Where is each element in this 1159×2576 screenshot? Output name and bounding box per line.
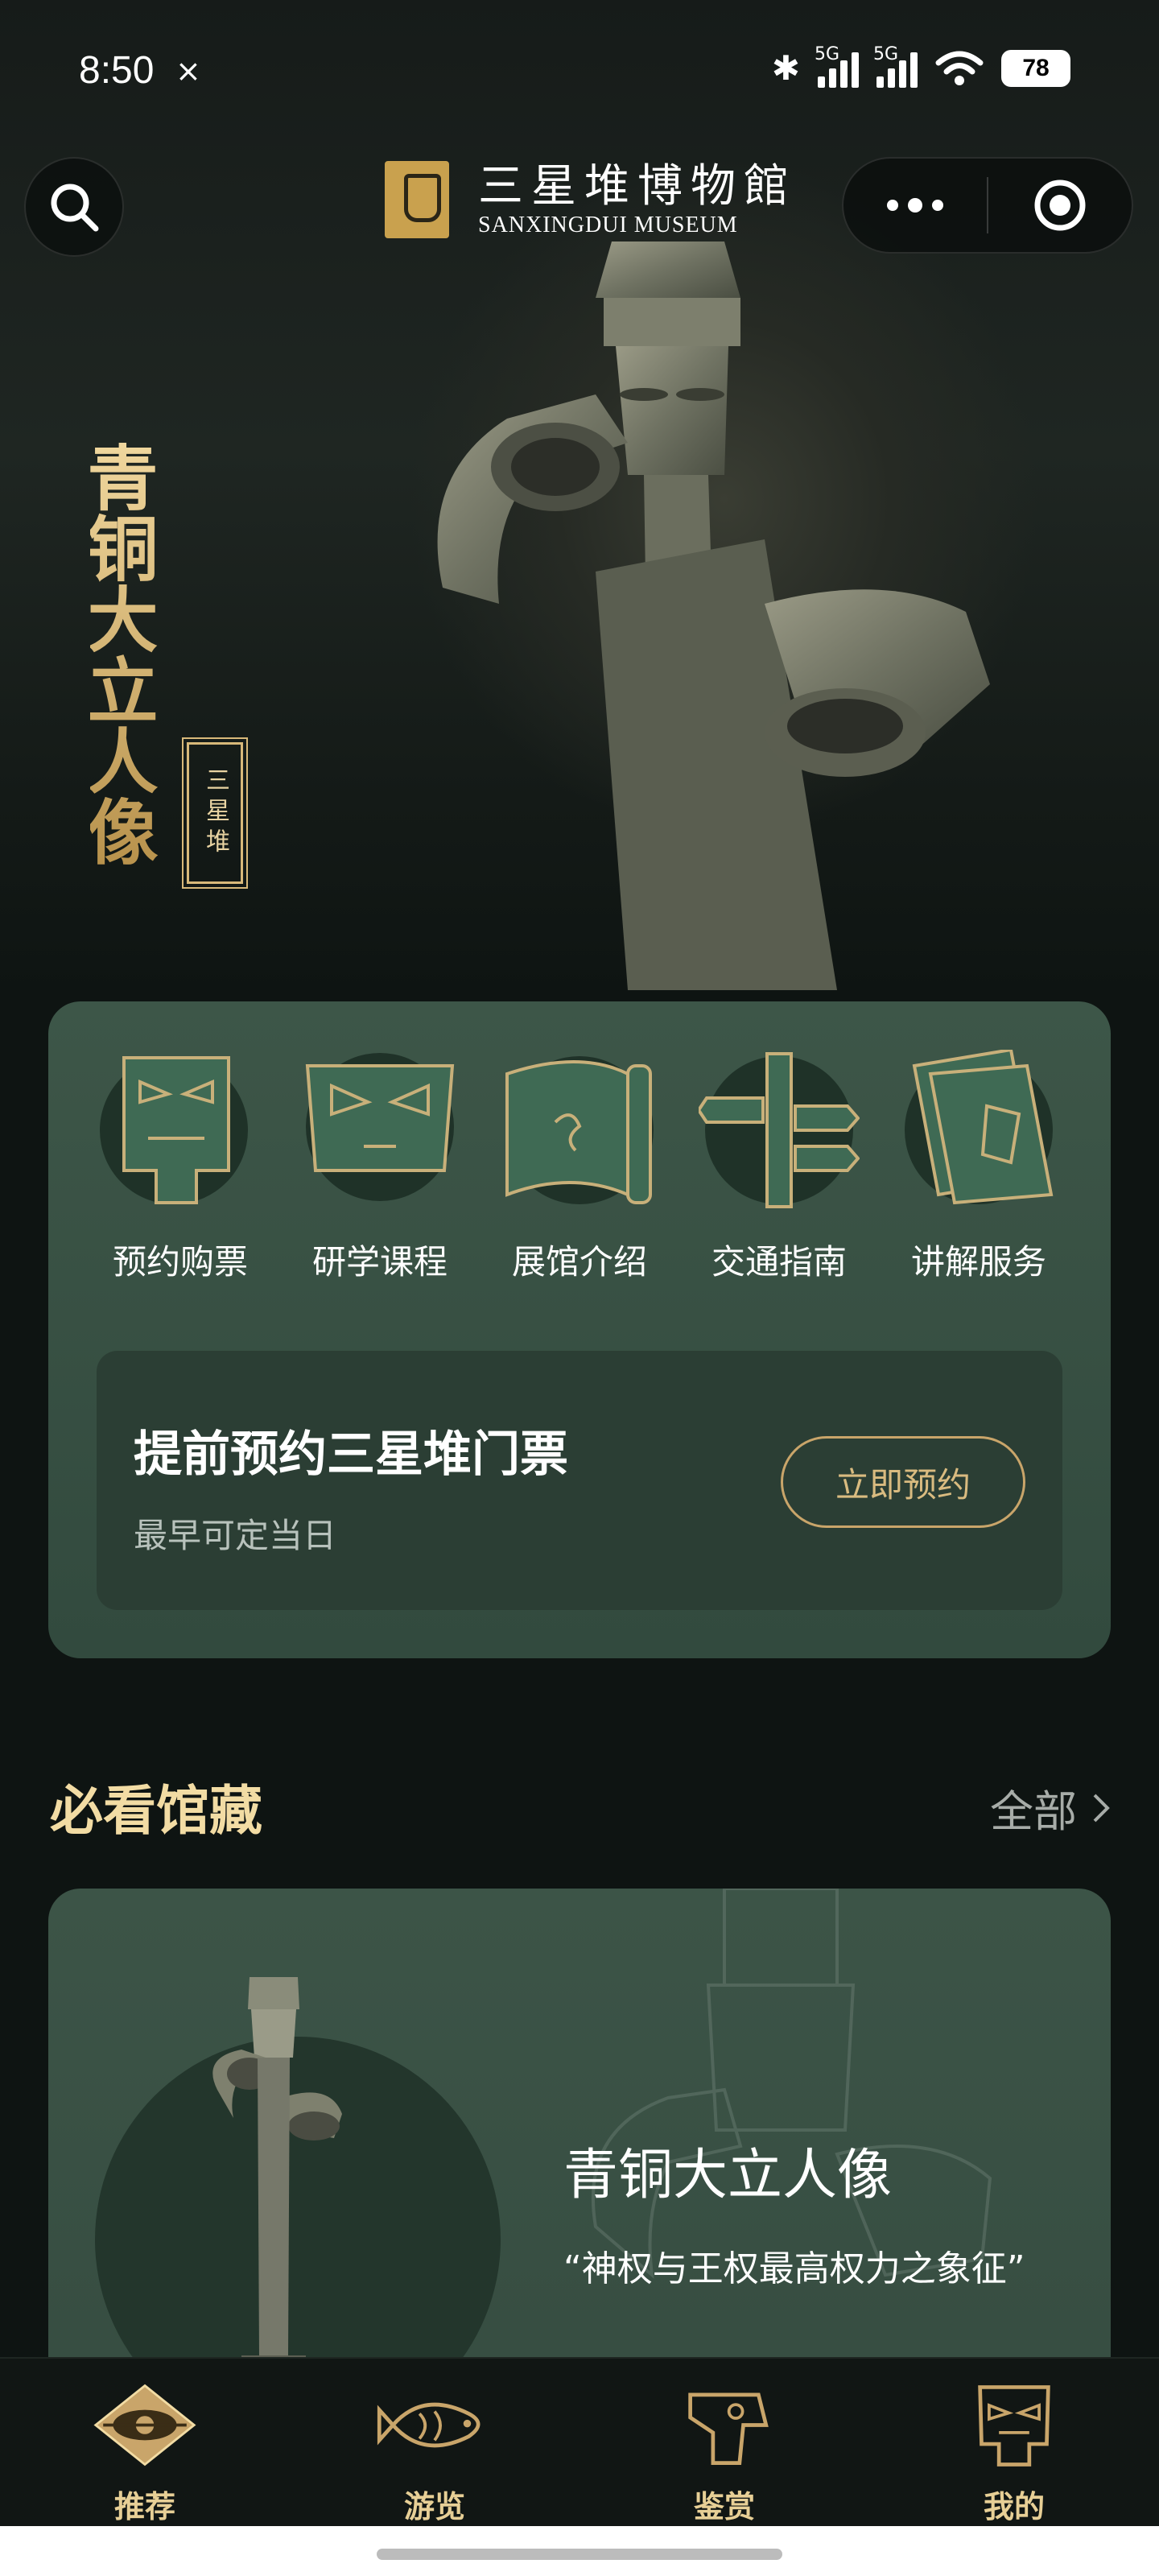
logo-mark-icon bbox=[385, 161, 449, 238]
miniprogram-capsule bbox=[842, 157, 1133, 254]
tab-appreciate[interactable]: 鉴赏 bbox=[580, 2359, 869, 2526]
tab-recommend[interactable]: 推荐 bbox=[0, 2359, 290, 2526]
mask-profile-icon bbox=[978, 2385, 1050, 2467]
see-all-label: 全部 bbox=[990, 1786, 1077, 1837]
search-icon bbox=[51, 184, 99, 232]
battery-indicator: 78 bbox=[1001, 49, 1070, 87]
mask-course-icon bbox=[305, 1053, 455, 1201]
target-close-icon bbox=[1034, 180, 1086, 231]
service-transport[interactable]: 交通指南 bbox=[691, 1050, 868, 1284]
wifi-icon bbox=[935, 51, 984, 85]
artifact-title: 青铜大立人像 bbox=[563, 2144, 893, 2207]
tab-mine[interactable]: 我的 bbox=[869, 2359, 1159, 2526]
hero-banner[interactable]: 青铜大立人像 三星堆 bbox=[0, 0, 1159, 998]
status-time: 8:50 bbox=[79, 49, 155, 92]
service-label: 研学课程 bbox=[311, 1242, 448, 1282]
signal-icon: 5G bbox=[873, 44, 918, 88]
museum-name-en: SANXINGDUI MUSEUM bbox=[478, 213, 738, 237]
service-label: 讲解服务 bbox=[910, 1242, 1046, 1282]
artifact-image bbox=[212, 1977, 342, 2396]
service-guide[interactable]: 讲解服务 bbox=[890, 1050, 1067, 1284]
service-hall-intro[interactable]: 展馆介绍 bbox=[491, 1050, 668, 1284]
status-bar: 8:50 ⨯ ✱ 5G 5G 78 bbox=[0, 0, 1159, 145]
museum-name-cn: 三星堆博物館 bbox=[478, 160, 797, 213]
museum-logo: 三星堆博物館 SANXINGDUI MUSEUM bbox=[385, 161, 797, 238]
tab-label: 鉴赏 bbox=[693, 2489, 755, 2524]
guide-book-icon bbox=[905, 1050, 1054, 1205]
hero-title: 青铜大立人像 bbox=[76, 441, 171, 866]
chevron-right-icon bbox=[1093, 1794, 1110, 1822]
tab-label: 我的 bbox=[983, 2489, 1045, 2524]
diamond-eye-icon bbox=[85, 2380, 205, 2471]
see-all-link[interactable]: 全部 bbox=[990, 1776, 1111, 1839]
status-icons: ✱ 5G 5G 78 bbox=[771, 44, 1070, 88]
service-course[interactable]: 研学课程 bbox=[291, 1050, 468, 1284]
more-dots-icon bbox=[887, 198, 943, 213]
seal-stamp: 三星堆 bbox=[182, 737, 248, 889]
service-grid: 预约购票 研学课程 展馆介绍 交通指南 讲解服务 bbox=[48, 1050, 1111, 1284]
vpn-icon: ⨯ bbox=[175, 53, 201, 89]
network-label: 5G bbox=[873, 43, 899, 64]
search-button[interactable] bbox=[24, 157, 124, 257]
signal-icon: 5G bbox=[815, 44, 859, 88]
service-card: 预约购票 研学课程 展馆介绍 交通指南 讲解服务 提前预约三星堆门票 最早可定当… bbox=[48, 1001, 1111, 1658]
close-miniprogram-button[interactable] bbox=[988, 159, 1132, 252]
tab-tour[interactable]: 游览 bbox=[290, 2359, 580, 2526]
booking-subtitle: 最早可定当日 bbox=[134, 1516, 337, 1555]
bronze-statue-image bbox=[437, 242, 990, 990]
book-now-button[interactable]: 立即预约 bbox=[781, 1436, 1025, 1528]
artifact-quote: “神权与王权最高权力之象征” bbox=[563, 2248, 1025, 2289]
booking-title: 提前预约三星堆门票 bbox=[134, 1426, 568, 1483]
more-button[interactable] bbox=[843, 159, 987, 252]
service-label: 预约购票 bbox=[112, 1242, 248, 1282]
home-indicator[interactable] bbox=[377, 2549, 782, 2560]
section-title: 必看馆藏 bbox=[50, 1779, 262, 1842]
network-label: 5G bbox=[815, 43, 840, 64]
mask-ticket-icon bbox=[100, 1056, 248, 1204]
scroll-hall-icon bbox=[505, 1056, 654, 1204]
tab-label: 推荐 bbox=[113, 2489, 175, 2524]
booking-banner: 提前预约三星堆门票 最早可定当日 立即预约 bbox=[97, 1351, 1062, 1610]
service-label: 交通指南 bbox=[711, 1242, 847, 1282]
service-label: 展馆介绍 bbox=[511, 1242, 647, 1282]
signpost-icon bbox=[699, 1052, 860, 1208]
tab-label: 游览 bbox=[403, 2489, 465, 2524]
tab-bar: 推荐 游览 鉴赏 我的 bbox=[0, 2357, 1159, 2526]
bird-head-icon bbox=[688, 2392, 769, 2465]
fish-icon bbox=[377, 2402, 481, 2448]
service-ticket[interactable]: 预约购票 bbox=[92, 1050, 269, 1284]
bluetooth-icon: ✱ bbox=[771, 48, 800, 88]
